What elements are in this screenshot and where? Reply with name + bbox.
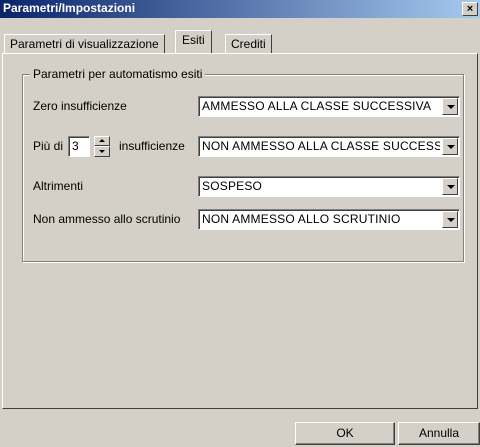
zero-insufficienze-label: Zero insufficienze (33, 99, 127, 113)
dropdown-button[interactable] (442, 211, 458, 228)
altrimenti-value: SOSPESO (202, 179, 263, 193)
non-ammesso-scrutinio-select[interactable]: NON AMMESSO ALLO SCRUTINIO (198, 209, 460, 230)
insufficienze-count-stepper[interactable] (94, 136, 110, 157)
spin-up-icon (99, 139, 105, 142)
insufficienze-count-value: 3 (72, 139, 79, 153)
title-bar[interactable]: Parametri/Impostazioni × (0, 0, 480, 18)
chevron-down-icon (447, 218, 455, 222)
spin-up-button[interactable] (94, 136, 110, 146)
insufficienze-label: insufficienze (119, 139, 185, 153)
zero-insufficienze-value: AMMESSO ALLA CLASSE SUCCESSIVA (202, 99, 432, 113)
close-icon[interactable]: × (462, 2, 478, 16)
cancel-button[interactable]: Annulla (398, 422, 480, 445)
spin-down-icon (99, 150, 105, 153)
group-legend: Parametri per automatismo esiti (30, 67, 206, 81)
altrimenti-label: Altrimenti (33, 179, 84, 193)
settings-dialog: Parametri/Impostazioni × Parametri di vi… (0, 0, 480, 447)
dropdown-button[interactable] (442, 98, 458, 115)
chevron-down-icon (447, 185, 455, 189)
chevron-down-icon (447, 105, 455, 109)
dropdown-button[interactable] (442, 178, 458, 195)
dropdown-button[interactable] (442, 138, 458, 155)
tab-parametri-visualizzazione[interactable]: Parametri di visualizzazione (4, 34, 165, 54)
tab-esiti[interactable]: Esiti (175, 30, 212, 53)
piu-di-label: Più di (33, 139, 64, 153)
ok-button[interactable]: OK (295, 422, 395, 445)
non-ammesso-scrutinio-value: NON AMMESSO ALLO SCRUTINIO (202, 212, 401, 226)
window-title: Parametri/Impostazioni (3, 1, 136, 15)
altrimenti-select[interactable]: SOSPESO (198, 176, 460, 197)
zero-insufficienze-select[interactable]: AMMESSO ALLA CLASSE SUCCESSIVA (198, 96, 460, 117)
piu-di-insufficienze-value: NON AMMESSO ALLA CLASSE SUCCESSIVA (202, 139, 440, 153)
tab-crediti[interactable]: Crediti (225, 34, 272, 54)
spin-down-button[interactable] (94, 146, 110, 157)
piu-di-insufficienze-select[interactable]: NON AMMESSO ALLA CLASSE SUCCESSIVA (198, 136, 460, 157)
chevron-down-icon (447, 145, 455, 149)
insufficienze-count-input[interactable]: 3 (68, 136, 90, 157)
non-ammesso-scrutinio-label: Non ammesso allo scrutinio (33, 212, 181, 226)
